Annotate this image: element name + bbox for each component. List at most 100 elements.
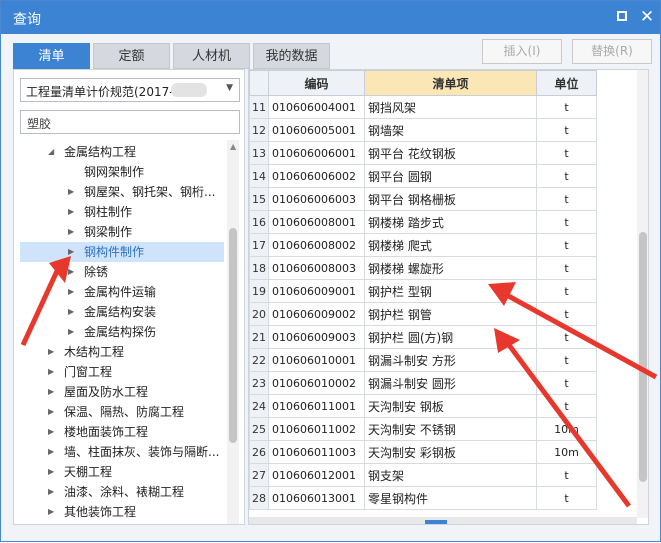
expand-icon[interactable]: ▶ [68,242,78,262]
row-index[interactable]: 14 [249,164,269,188]
title-bar[interactable]: 查询 ✕ [1,1,660,34]
item-name[interactable]: 钢楼梯 踏步式 [364,210,537,234]
row-index[interactable]: 26 [249,440,269,464]
item-unit[interactable]: t [536,118,597,142]
search-input[interactable]: 塑胶 [20,110,240,134]
item-unit[interactable]: t [536,486,597,510]
row-index[interactable]: 24 [249,394,269,418]
table-row[interactable]: 19 010606009001 钢护栏 型钢 t [249,279,597,303]
item-code[interactable]: 010606006003 [268,187,365,211]
item-name[interactable]: 钢护栏 型钢 [364,279,537,303]
tree-item[interactable]: ▶ 金属结构探伤 [68,322,222,342]
expand-icon[interactable]: ▶ [68,302,78,322]
expand-icon[interactable]: ▶ [48,522,58,524]
maximize-icon[interactable] [613,7,633,27]
row-index[interactable]: 25 [249,417,269,441]
bottom-splitter-bar[interactable] [249,517,637,524]
expand-icon[interactable]: ▶ [48,502,58,522]
item-code[interactable]: 010606008001 [268,210,365,234]
table-row[interactable]: 24 010606011001 天沟制安 钢板 t [249,394,597,418]
item-unit[interactable]: t [536,187,597,211]
item-code[interactable]: 010606008002 [268,233,365,257]
row-index[interactable]: 19 [249,279,269,303]
item-unit[interactable]: t [536,141,597,165]
item-name[interactable]: 天沟制安 不锈钢 [364,417,537,441]
row-index[interactable]: 13 [249,141,269,165]
item-code[interactable]: 010606010001 [268,348,365,372]
expand-icon[interactable]: ▶ [48,442,58,462]
tree-item[interactable]: ▶ 门窗工程 [48,362,222,382]
tree-item[interactable]: ▶ 钢构件制作 [20,242,224,262]
item-unit[interactable]: 10m [536,440,597,464]
expand-icon[interactable]: ▶ [48,422,58,442]
tree-item[interactable]: ▶ 木结构工程 [48,342,222,362]
table-row[interactable]: 25 010606011002 天沟制安 不锈钢 10m [249,417,597,441]
close-icon[interactable]: ✕ [637,7,657,27]
item-unit[interactable]: t [536,95,597,119]
table-row[interactable]: 27 010606012001 钢支架 t [249,463,597,487]
item-code[interactable]: 010606005001 [268,118,365,142]
item-code[interactable]: 010606008003 [268,256,365,280]
table-row[interactable]: 16 010606008001 钢楼梯 踏步式 t [249,210,597,234]
expand-icon[interactable]: ▶ [68,222,78,242]
table-row[interactable]: 23 010606010002 钢漏斗制安 圆形 t [249,371,597,395]
item-code[interactable]: 010606006001 [268,141,365,165]
item-name[interactable]: 天沟制安 钢板 [364,394,537,418]
table-row[interactable]: 26 010606011003 天沟制安 彩钢板 10m [249,440,597,464]
table-row[interactable]: 17 010606008002 钢楼梯 爬式 t [249,233,597,257]
tree-item[interactable]: ▶ 楼地面装饰工程 [48,422,222,442]
item-name[interactable]: 钢平台 花纹钢板 [364,141,537,165]
tab-my-data[interactable]: 我的数据 [253,43,330,69]
expand-icon[interactable]: ▶ [48,462,58,482]
tree-item[interactable]: ◢ 金属结构工程 [48,142,222,162]
splitter-grip-icon[interactable] [425,520,447,524]
table-row[interactable]: 15 010606006003 钢平台 钢格栅板 t [249,187,597,211]
table-row[interactable]: 13 010606006001 钢平台 花纹钢板 t [249,141,597,165]
item-name[interactable]: 钢漏斗制安 方形 [364,348,537,372]
tree-item[interactable]: ▶ 钢梁制作 [68,222,222,242]
table-row[interactable]: 18 010606008003 钢楼梯 螺旋形 t [249,256,597,280]
item-name[interactable]: 钢楼梯 螺旋形 [364,256,537,280]
expand-icon[interactable]: ▶ [48,382,58,402]
item-code[interactable]: 010606004001 [268,95,365,119]
tree-item[interactable]: ▶ 拆除工程 [48,522,222,524]
table-row[interactable]: 11 010606004001 钢挡风架 t [249,95,597,119]
expand-icon[interactable]: ▶ [68,282,78,302]
row-index[interactable]: 23 [249,371,269,395]
tree-item[interactable]: ▶ 屋面及防水工程 [48,382,222,402]
item-name[interactable]: 钢挡风架 [364,95,537,119]
tree-item[interactable]: ▶ 保温、隔热、防腐工程 [48,402,222,422]
item-unit[interactable]: t [536,394,597,418]
item-unit[interactable]: t [536,325,597,349]
tab-labor-material-machine[interactable]: 人材机 [173,43,250,69]
row-index[interactable]: 22 [249,348,269,372]
row-index[interactable]: 21 [249,325,269,349]
item-code[interactable]: 010606011003 [268,440,365,464]
tree-item[interactable]: ▶ 其他装饰工程 [48,502,222,522]
row-index[interactable]: 15 [249,187,269,211]
item-unit[interactable]: t [536,463,597,487]
item-name[interactable]: 钢平台 圆钢 [364,164,537,188]
item-name[interactable]: 钢漏斗制安 圆形 [364,371,537,395]
expand-icon[interactable]: ▶ [48,482,58,502]
row-index[interactable]: 16 [249,210,269,234]
item-code[interactable]: 010606010002 [268,371,365,395]
insert-button[interactable]: 插入(I) [482,39,562,64]
table-row[interactable]: 12 010606005001 钢墙架 t [249,118,597,142]
item-name[interactable]: 钢墙架 [364,118,537,142]
item-unit[interactable]: t [536,371,597,395]
table-row[interactable]: 28 010606013001 零星钢构件 t [249,486,597,510]
chevron-down-icon[interactable]: ▼ [226,83,233,93]
tab-quota[interactable]: 定额 [93,43,170,69]
item-name[interactable]: 钢楼梯 爬式 [364,233,537,257]
column-header-unit[interactable]: 单位 [536,70,597,96]
tree-scrollbar-thumb[interactable] [229,228,237,443]
column-header-item[interactable]: 清单项 [364,70,537,96]
table-scrollbar-thumb[interactable] [639,232,647,482]
item-code[interactable]: 010606009001 [268,279,365,303]
tree-item[interactable]: ▶ 金属构件运输 [68,282,222,302]
tree-item[interactable]: ▶ 钢柱制作 [68,202,222,222]
tree-scrollbar[interactable]: ▲ [227,140,239,524]
tab-bill[interactable]: 清单 [13,43,90,69]
item-unit[interactable]: t [536,210,597,234]
